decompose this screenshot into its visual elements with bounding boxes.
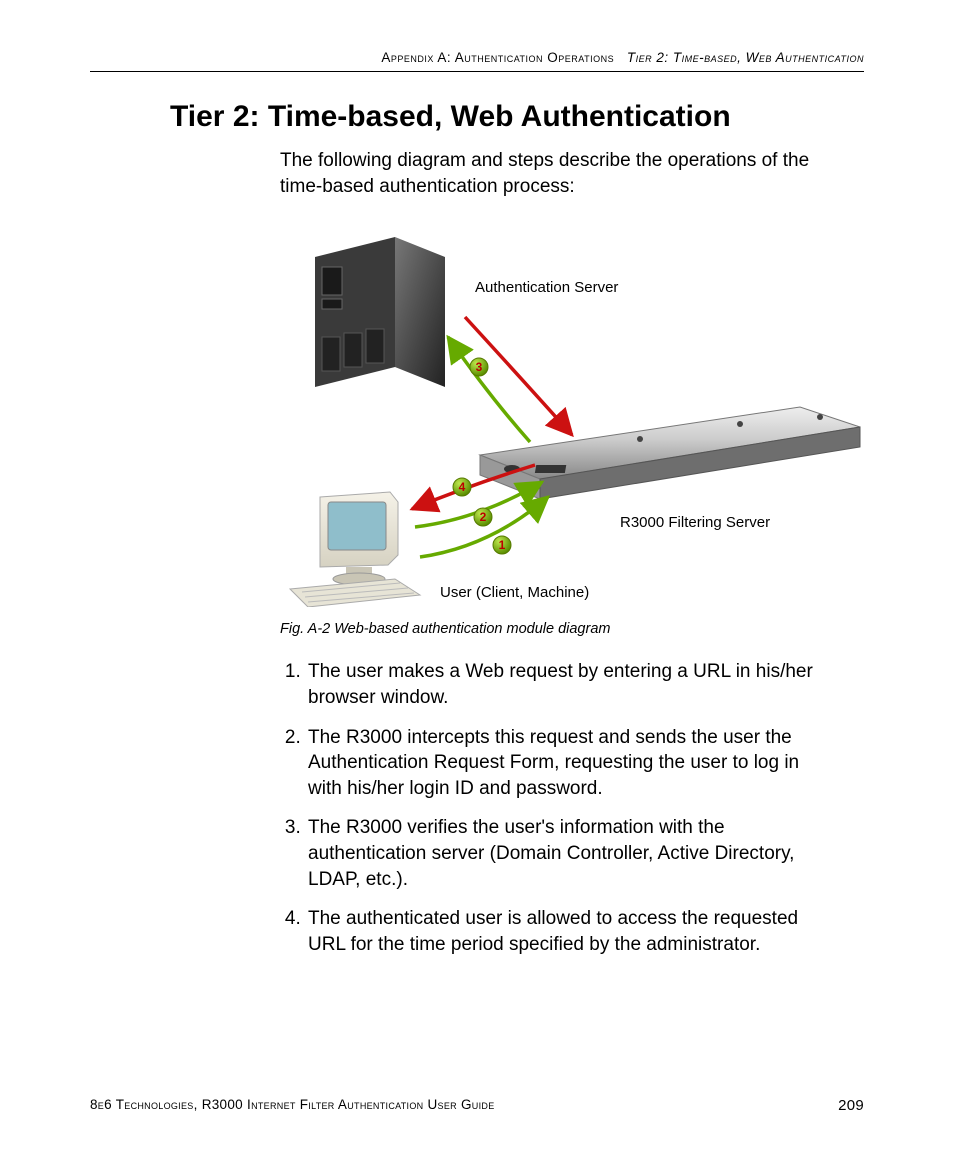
auth-server-icon (315, 237, 445, 387)
marker-2: 2 (474, 508, 492, 526)
marker-3-label: 3 (476, 360, 483, 374)
intro-paragraph: The following diagram and steps describe… (280, 148, 854, 199)
header-left: Appendix A: Authentication Operations (381, 50, 614, 65)
marker-1-label: 1 (499, 538, 506, 552)
step-item: The R3000 intercepts this request and se… (306, 725, 824, 802)
step-item: The authenticated user is allowed to acc… (306, 906, 824, 957)
steps-list: The user makes a Web request by entering… (280, 659, 824, 957)
client-label: User (Client, Machine) (440, 584, 589, 601)
header-rule (90, 71, 864, 72)
arrow-3 (448, 337, 530, 442)
page-title: Tier 2: Time-based, Web Authentication (170, 100, 864, 134)
header-right: Tier 2: Time-based, Web Authentication (627, 50, 864, 65)
arrow-1 (420, 497, 548, 557)
filter-server-label: R3000 Filtering Server (620, 514, 770, 531)
step-item: The user makes a Web request by entering… (306, 659, 824, 710)
figure: Authentication Server R3000 Filtering Se… (280, 217, 864, 607)
marker-2-label: 2 (480, 510, 487, 524)
figure-caption: Fig. A-2 Web-based authentication module… (280, 621, 864, 637)
client-icon (290, 492, 420, 607)
step-item: The R3000 verifies the user's informatio… (306, 815, 824, 892)
auth-server-label: Authentication Server (475, 279, 618, 296)
page-number: 209 (838, 1097, 864, 1114)
marker-4-label: 4 (459, 480, 466, 494)
marker-1: 1 (493, 536, 511, 554)
marker-3: 3 (470, 358, 488, 376)
page-footer: 8e6 Technologies, R3000 Internet Filter … (90, 1097, 864, 1114)
running-header: Appendix A: Authentication Operations Ti… (90, 50, 864, 65)
auth-module-diagram: Authentication Server R3000 Filtering Se… (280, 217, 870, 607)
footer-text: 8e6 Technologies, R3000 Internet Filter … (90, 1097, 495, 1114)
marker-4: 4 (453, 478, 471, 496)
